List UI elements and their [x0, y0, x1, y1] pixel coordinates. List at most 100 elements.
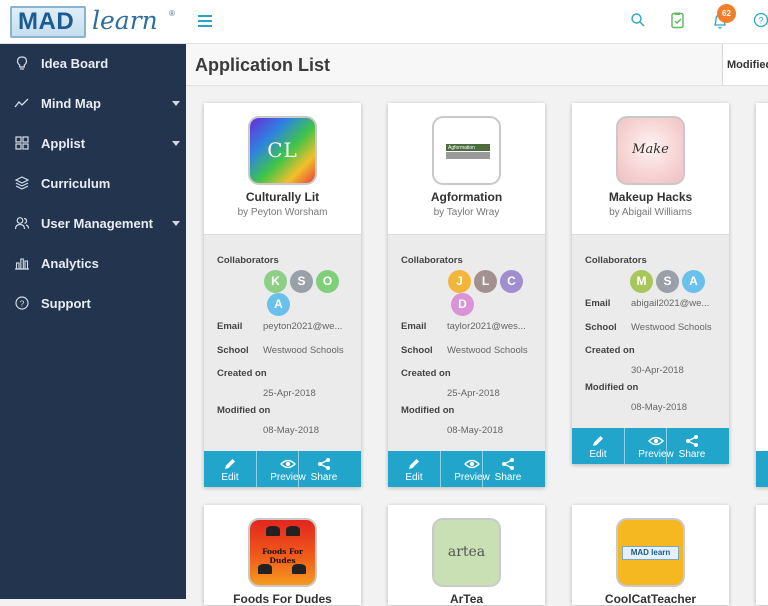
- app-name: CoolCatTeacher: [604, 592, 697, 606]
- hamburger-menu-icon[interactable]: [198, 15, 212, 27]
- share-icon: [502, 458, 514, 470]
- sidebar-item-user-management[interactable]: User Management: [0, 204, 186, 244]
- collaborator-avatar[interactable]: A: [682, 270, 705, 293]
- food-graphic: [292, 564, 306, 574]
- email-value: peyton2021@we...: [263, 321, 343, 332]
- share-icon: [318, 458, 330, 470]
- app-card-partial[interactable]: [756, 103, 768, 487]
- divider: [298, 451, 299, 487]
- modified-on-value: 08-May-2018: [263, 425, 319, 436]
- agformation-logo-bar: [446, 152, 490, 159]
- sidebar-item-mind-map[interactable]: Mind Map: [0, 84, 186, 124]
- app-name: Culturally Lit: [245, 190, 320, 204]
- sidebar-item-label: Idea Board: [41, 56, 109, 71]
- app-card-coolcatteacher[interactable]: MAD learn CoolCatTeacher: [572, 505, 729, 606]
- edit-label: Edit: [589, 449, 607, 460]
- created-on-value: 30-Apr-2018: [631, 365, 684, 376]
- sidebar-item-applist[interactable]: Applist: [0, 124, 186, 164]
- email-label: Email: [217, 321, 243, 332]
- sidebar-item-label: Analytics: [41, 256, 99, 271]
- email-label: Email: [401, 321, 427, 332]
- edit-label: Edit: [221, 472, 239, 483]
- collaborator-avatar[interactable]: M: [630, 270, 653, 293]
- share-label: Share: [678, 449, 706, 460]
- collaborator-avatar[interactable]: O: [316, 270, 339, 293]
- app-icon-agformation[interactable]: Agformation: [432, 116, 501, 185]
- food-graphic: [286, 526, 300, 536]
- pencil-icon: [593, 436, 603, 446]
- edit-button[interactable]: Edit: [572, 428, 624, 464]
- trend-icon: [14, 95, 30, 111]
- food-graphic: [266, 526, 280, 536]
- card-details: Collaborators K S O A Email peyton2021@w…: [204, 235, 361, 451]
- share-button[interactable]: Share: [672, 428, 712, 464]
- email-label: Email: [585, 298, 611, 309]
- collaborator-avatar[interactable]: S: [656, 270, 679, 293]
- created-on-label: Created on: [585, 345, 635, 356]
- madlearn-logo[interactable]: MAD learn ®: [10, 6, 175, 38]
- sort-dropdown[interactable]: Modified: [722, 44, 768, 85]
- card-actions: Edit Preview Share: [204, 451, 361, 487]
- app-card-artea[interactable]: artea ArTea: [388, 505, 545, 606]
- search-icon[interactable]: [630, 12, 648, 30]
- modified-on-value: 08-May-2018: [447, 425, 503, 436]
- collaborators-label: Collaborators: [401, 255, 463, 266]
- logo-learn-text: learn: [92, 6, 158, 35]
- sidebar-item-curriculum[interactable]: Curriculum: [0, 164, 186, 204]
- modified-on-label: Modified on: [585, 382, 639, 393]
- share-button[interactable]: Share: [304, 451, 344, 487]
- card-actions: [756, 451, 768, 487]
- edit-button[interactable]: Edit: [388, 451, 440, 487]
- eye-icon: [280, 459, 296, 469]
- collaborator-avatar[interactable]: L: [474, 270, 497, 293]
- app-icon-foods-for-dudes[interactable]: Foods For Dudes: [248, 518, 317, 587]
- logo-registered-mark: ®: [169, 9, 175, 18]
- preview-label: Preview: [638, 449, 674, 460]
- app-icon-coolcatteacher[interactable]: MAD learn: [616, 518, 685, 587]
- app-card-partial[interactable]: [756, 505, 768, 605]
- sidebar-item-analytics[interactable]: Analytics: [0, 244, 186, 284]
- sidebar-item-label: Mind Map: [41, 96, 101, 111]
- edit-label: Edit: [405, 472, 423, 483]
- card-details: Collaborators J L C D Email taylor2021@w…: [388, 235, 545, 451]
- school-value: Westwood Schools: [263, 345, 344, 356]
- app-card-foods-for-dudes[interactable]: Foods For Dudes Foods For Dudes: [204, 505, 361, 606]
- app-icon-text: Make: [632, 142, 669, 157]
- app-card-agformation[interactable]: Agformation Agformation by Taylor Wray C…: [388, 103, 545, 487]
- app-icon-culturally-lit[interactable]: CL: [248, 116, 317, 185]
- sidebar-item-support[interactable]: ? Support: [0, 284, 186, 324]
- card-actions: Edit Preview Share: [572, 428, 729, 464]
- document-check-icon[interactable]: [670, 12, 688, 30]
- preview-label: Preview: [454, 472, 490, 483]
- collaborator-avatar[interactable]: S: [290, 270, 313, 293]
- app-icon-text: CL: [267, 138, 298, 162]
- top-bar: MAD learn ® 62 ?: [0, 0, 768, 44]
- app-name: Agformation: [430, 190, 503, 204]
- app-card-makeup-hacks[interactable]: Make Makeup Hacks by Abigail Williams Co…: [572, 103, 729, 464]
- app-card-culturally-lit[interactable]: CL Culturally Lit by Peyton Worsham Coll…: [204, 103, 361, 487]
- collaborator-avatar[interactable]: K: [264, 270, 287, 293]
- collaborator-avatar[interactable]: A: [267, 293, 290, 316]
- lightbulb-icon: [14, 55, 30, 71]
- edit-button[interactable]: Edit: [204, 451, 256, 487]
- collaborator-avatar[interactable]: D: [451, 293, 474, 316]
- sidebar-item-idea-board[interactable]: Idea Board: [0, 44, 186, 84]
- app-icon-artea[interactable]: artea: [432, 518, 501, 587]
- share-button[interactable]: Share: [488, 451, 528, 487]
- divider: [624, 428, 625, 464]
- share-icon: [686, 435, 698, 447]
- bar-chart-icon: [14, 255, 30, 271]
- app-author: by Taylor Wray: [433, 207, 500, 218]
- sidebar-item-label: Support: [41, 296, 91, 311]
- help-icon[interactable]: ?: [753, 12, 768, 30]
- app-icon-makeup-hacks[interactable]: Make: [616, 116, 685, 185]
- collaborator-avatar[interactable]: C: [500, 270, 523, 293]
- collaborator-avatar[interactable]: J: [448, 270, 471, 293]
- created-on-label: Created on: [217, 368, 267, 379]
- chevron-down-icon: [172, 101, 180, 106]
- card-details: Collaborators M S A Email abigail2021@we…: [572, 235, 729, 428]
- app-icon-text: Foods For Dudes: [262, 547, 303, 565]
- collaborators-label: Collaborators: [217, 255, 279, 266]
- app-icon-text: MAD learn: [622, 546, 679, 560]
- sidebar: Idea Board Mind Map Applist Curriculum U…: [0, 44, 186, 599]
